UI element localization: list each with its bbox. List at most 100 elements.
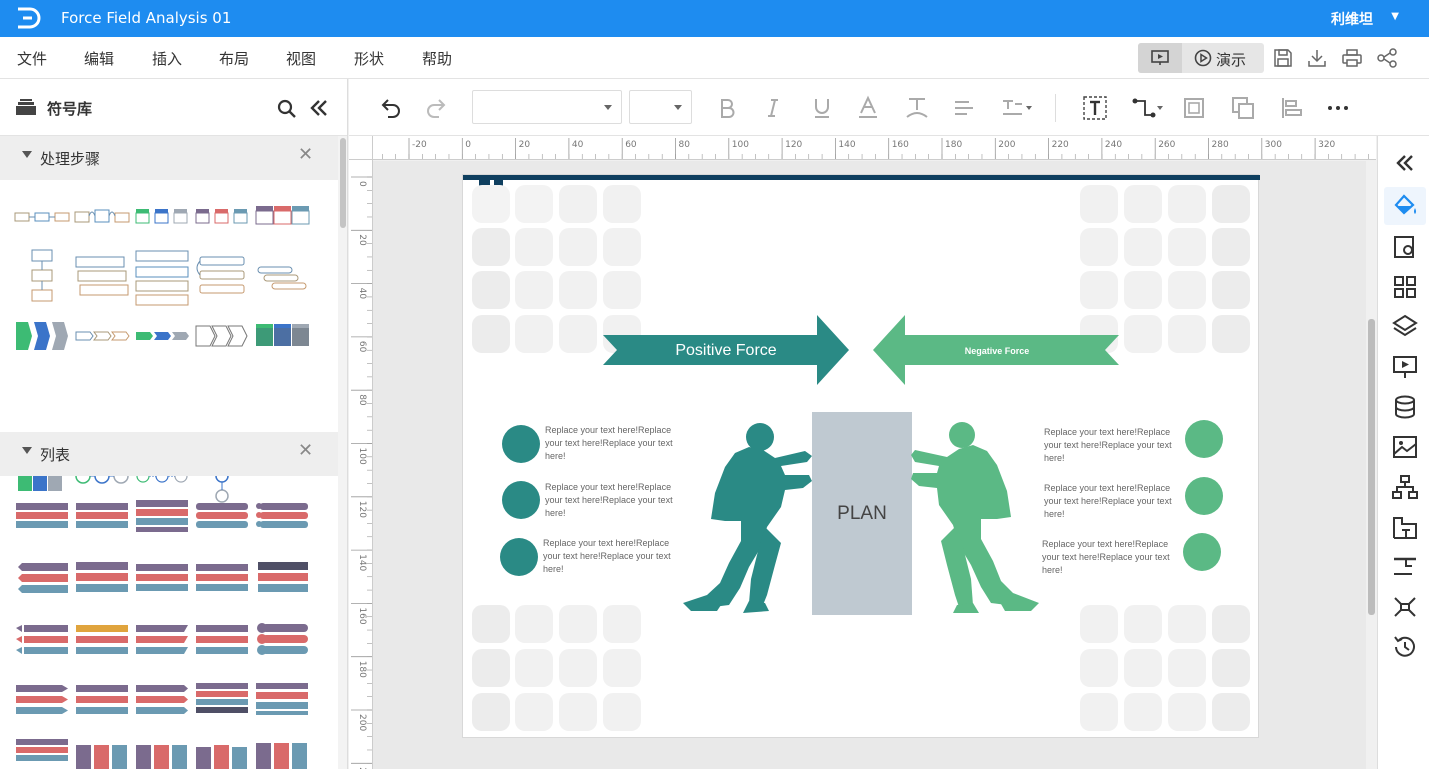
font-color-icon[interactable] <box>855 95 881 121</box>
app-logo-icon[interactable] <box>14 6 42 30</box>
left-text-3[interactable]: Replace your text here!Replace your text… <box>543 537 683 576</box>
undo-icon[interactable] <box>377 95 403 121</box>
print-icon[interactable] <box>1341 47 1363 69</box>
shape-process-2[interactable] <box>74 192 130 242</box>
shape-list-21[interactable] <box>14 733 70 769</box>
shape-process-12[interactable] <box>74 311 130 361</box>
presenter-view-button[interactable] <box>1138 43 1182 73</box>
italic-icon[interactable] <box>760 95 786 121</box>
left-text-1[interactable]: Replace your text here!Replace your text… <box>545 424 685 463</box>
shape-list-24[interactable] <box>194 733 250 769</box>
canvas-scrollbar[interactable] <box>1366 161 1376 769</box>
shape-process-8[interactable] <box>134 247 190 307</box>
shape-process-14[interactable] <box>194 311 250 361</box>
shape-process-4[interactable] <box>194 192 250 242</box>
document-title[interactable]: Force Field Analysis 01 <box>61 9 231 27</box>
shape-list-23[interactable] <box>134 733 190 769</box>
shape-list-19[interactable] <box>194 675 250 725</box>
menu-view[interactable]: 视图 <box>286 48 316 69</box>
bring-front-icon[interactable] <box>1181 95 1207 121</box>
right-pushing-figure[interactable] <box>911 422 1039 613</box>
shape-list-4[interactable] <box>194 491 250 541</box>
search-icon[interactable] <box>277 99 297 119</box>
section-list[interactable]: 列表 ✕ <box>0 432 338 476</box>
shape-list-20[interactable] <box>254 675 310 725</box>
line-spacing-icon[interactable] <box>1000 95 1034 121</box>
shape-list-12[interactable] <box>74 615 130 665</box>
shape-list-13[interactable] <box>134 615 190 665</box>
shape-list-5[interactable] <box>254 491 310 541</box>
shape-process-3[interactable] <box>134 192 190 242</box>
shape-list-17[interactable] <box>74 675 130 725</box>
shape-process-11[interactable] <box>14 311 70 361</box>
close-icon[interactable]: ✕ <box>298 440 313 461</box>
left-pushing-figure[interactable] <box>683 423 812 613</box>
right-text-2[interactable]: Replace your text here!Replace your text… <box>1044 482 1184 521</box>
shape-list-15[interactable] <box>254 615 310 665</box>
shape-list-10[interactable] <box>254 553 310 603</box>
layers-icon[interactable] <box>1390 312 1420 342</box>
shape-list-16[interactable] <box>14 675 70 725</box>
user-name[interactable]: 利维坦 <box>1331 9 1373 29</box>
menu-help[interactable]: 帮助 <box>422 48 452 69</box>
align-left-icon[interactable] <box>1279 95 1305 121</box>
text-path-icon[interactable] <box>904 95 930 121</box>
history-icon[interactable] <box>1390 632 1420 662</box>
floor-plan-icon[interactable] <box>1390 512 1420 542</box>
org-chart-icon[interactable] <box>1390 472 1420 502</box>
grid-icon[interactable] <box>1390 272 1420 302</box>
collapse-left-icon[interactable] <box>309 99 329 117</box>
menu-layout[interactable]: 布局 <box>219 48 249 69</box>
close-icon[interactable]: ✕ <box>298 144 313 165</box>
shape-list-11[interactable] <box>14 615 70 665</box>
image-icon[interactable] <box>1390 432 1420 462</box>
database-icon[interactable] <box>1390 392 1420 422</box>
menu-shape[interactable]: 形状 <box>354 48 384 69</box>
chevron-down-icon[interactable]: ▼ <box>1391 11 1399 22</box>
shape-process-15[interactable] <box>254 311 310 361</box>
shape-list-8[interactable] <box>134 553 190 603</box>
library-scroll-thumb[interactable] <box>340 138 346 228</box>
shape-process-6[interactable] <box>14 247 70 307</box>
shape-process-9[interactable] <box>194 247 250 307</box>
shape-list-6[interactable] <box>14 553 70 603</box>
more-icon[interactable] <box>1325 95 1351 121</box>
text-box-icon[interactable] <box>1082 95 1108 121</box>
shape-list-1[interactable] <box>14 491 70 541</box>
canvas-scroll-thumb[interactable] <box>1368 319 1375 615</box>
shape-list-2[interactable] <box>74 491 130 541</box>
right-text-3[interactable]: Replace your text here!Replace your text… <box>1042 538 1182 577</box>
presentation-icon[interactable] <box>1390 352 1420 382</box>
shape-list-3[interactable] <box>134 491 190 541</box>
shape-list-18[interactable] <box>134 675 190 725</box>
shape-list-7[interactable] <box>74 553 130 603</box>
shape-process-5[interactable] <box>254 192 310 242</box>
download-icon[interactable] <box>1306 47 1328 69</box>
font-family-select[interactable] <box>472 90 622 124</box>
shape-process-1[interactable] <box>14 192 70 242</box>
expand-panel-icon[interactable] <box>1390 148 1420 178</box>
save-icon[interactable] <box>1272 47 1294 69</box>
font-size-select[interactable] <box>629 90 692 124</box>
shape-list-25[interactable] <box>254 733 310 769</box>
redo-icon[interactable] <box>424 95 450 121</box>
shape-process-13[interactable] <box>134 311 190 361</box>
shape-list-9[interactable] <box>194 553 250 603</box>
send-back-icon[interactable] <box>1230 95 1256 121</box>
align-text-icon[interactable] <box>951 95 977 121</box>
shape-list-14[interactable] <box>194 615 250 665</box>
connector-icon[interactable] <box>1131 95 1165 121</box>
diagram-page[interactable]: Positive Force Negative Force PLAN Repla… <box>462 174 1260 738</box>
section-process-steps[interactable]: 处理步骤 ✕ <box>0 136 338 180</box>
present-button[interactable]: 演示 <box>1186 43 1264 73</box>
left-text-2[interactable]: Replace your text here!Replace your text… <box>545 481 685 520</box>
library-scrollbar[interactable] <box>338 136 347 769</box>
shape-process-10[interactable] <box>254 247 310 307</box>
shape-process-7[interactable] <box>74 247 130 307</box>
fill-bucket-icon[interactable] <box>1390 191 1420 221</box>
menu-edit[interactable]: 编辑 <box>84 48 114 69</box>
share-icon[interactable] <box>1376 47 1398 69</box>
menu-insert[interactable]: 插入 <box>152 48 182 69</box>
underline-icon[interactable] <box>809 95 835 121</box>
bold-icon[interactable] <box>714 95 740 121</box>
